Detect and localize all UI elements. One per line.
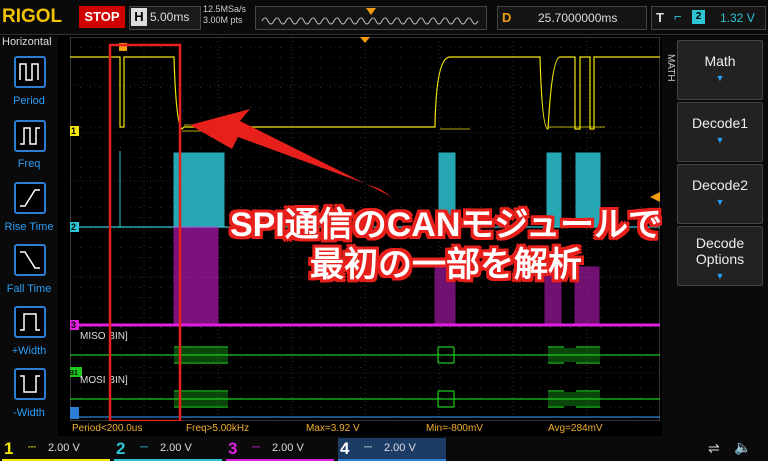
decode2-button[interactable]: Decode2 ▼ <box>677 164 763 224</box>
rise-time-label: Rise Time <box>4 221 54 233</box>
annotation-text: SPI通信のCANモジュールで 最初の一部を解析 <box>186 205 706 285</box>
measure-min: Min=-800mV <box>426 423 483 434</box>
rise-time-button[interactable] <box>14 182 46 214</box>
math-button-label: Math <box>704 53 736 69</box>
math-button[interactable]: Math ▼ <box>677 40 763 100</box>
trigger-source: 2 <box>692 10 705 24</box>
channel-4-button[interactable]: 4 ⎓ 2.00 V <box>338 438 446 461</box>
trigger-position-marker <box>366 8 376 15</box>
bus-2-marker <box>70 407 79 419</box>
frequency-icon <box>20 127 40 145</box>
dc-coupling-icon: ⎓ <box>140 442 148 453</box>
memory-position-bar[interactable] <box>255 6 487 30</box>
delay-label: D <box>502 10 512 25</box>
channel-1-marker-label: 1 <box>71 126 76 136</box>
fall-time-icon <box>20 251 40 269</box>
menu-title: Horizontal <box>2 36 52 48</box>
annotation-line-1: SPI通信のCANモジュールで <box>229 206 663 244</box>
channel-1-button[interactable]: 1 ⎓ 2.00 V <box>2 438 110 461</box>
positive-width-label: +Width <box>11 345 47 357</box>
period-icon <box>19 63 39 81</box>
math-menu: MATH Math ▼ Decode1 ▼ Decode2 ▼ Decode O… <box>662 36 768 436</box>
positive-width-button[interactable] <box>14 306 46 338</box>
freq-label: Freq <box>17 158 41 170</box>
math-tab[interactable]: MATH <box>662 54 676 114</box>
trigger-label: T <box>656 10 664 25</box>
usb-icon: ⇌ <box>708 440 720 456</box>
period-button[interactable] <box>14 56 46 88</box>
negative-width-label: -Width <box>13 407 45 419</box>
dc-coupling-icon: ⎓ <box>252 442 260 453</box>
negative-width-button[interactable] <box>14 368 46 400</box>
status-bar: RIGOL STOP H 5.00ms 12.5MSa/s 3.00M pts … <box>0 0 768 35</box>
annotation-line-2: 最初の一部を解析 <box>310 246 582 284</box>
speaker-mute-icon[interactable]: 🔈 <box>734 439 751 456</box>
channel-4-number: 4 <box>340 439 350 458</box>
delay-value: 25.7000000ms <box>538 11 618 25</box>
positive-width-icon <box>20 313 40 331</box>
timebase-label: H <box>131 8 147 26</box>
dc-coupling-icon: ⎓ <box>364 442 372 453</box>
channel-2-scale: 2.00 V <box>160 442 192 454</box>
channel-3-button[interactable]: 3 ⎓ 2.00 V <box>226 438 334 461</box>
decode-options-button[interactable]: Decode Options ▼ <box>677 226 763 286</box>
decode1-button-label: Decode1 <box>691 115 749 131</box>
channel-2-number: 2 <box>116 439 126 458</box>
channel-3-marker-label: 3 <box>71 320 76 330</box>
measure-max: Max=3.92 V <box>306 423 360 434</box>
freq-button[interactable] <box>14 120 46 152</box>
timebase-readout[interactable]: H 5.00ms <box>129 6 201 30</box>
chevron-down-icon: ▼ <box>715 135 725 145</box>
acquisition-info: 12.5MSa/s 3.00M pts <box>203 4 246 26</box>
mosi-bus-label: MOSI BIN] <box>80 375 128 386</box>
fall-time-label: Fall Time <box>6 283 52 295</box>
channel-3-scale: 2.00 V <box>272 442 304 454</box>
measure-menu: Horizontal Period Freq Rise Time Fall Ti… <box>0 36 58 436</box>
decode1-button[interactable]: Decode1 ▼ <box>677 102 763 162</box>
bus-1-marker-label: B1 <box>70 370 78 377</box>
chevron-down-icon: ▼ <box>715 271 725 281</box>
measure-period: Period<200.0us <box>72 423 143 434</box>
channel-bar: 1 ⎓ 2.00 V 2 ⎓ 2.00 V 3 ⎓ 2.00 V 4 ⎓ 2.0… <box>0 436 768 461</box>
trigger-readout[interactable]: T ⌐ 2 1.32 V <box>651 6 766 30</box>
decode-options-button-label: Decode Options <box>695 235 745 267</box>
rise-time-icon <box>20 189 40 207</box>
channel-4-scale: 2.00 V <box>384 442 416 454</box>
delay-readout[interactable]: D 25.7000000ms <box>497 6 647 30</box>
decode2-button-label: Decode2 <box>691 177 749 193</box>
chevron-down-icon: ▼ <box>715 197 725 207</box>
channel-3-number: 3 <box>228 439 238 458</box>
run-stop-button[interactable]: STOP <box>79 6 125 28</box>
memory-overview-wave <box>261 8 479 25</box>
sample-rate: 12.5MSa/s <box>203 4 247 14</box>
fall-time-button[interactable] <box>14 244 46 276</box>
chevron-down-icon: ▼ <box>715 73 725 83</box>
trigger-slope-icon: ⌐ <box>674 9 682 24</box>
trigger-level: 1.32 V <box>720 11 755 25</box>
negative-width-icon <box>20 375 40 393</box>
period-label: Period <box>13 95 45 107</box>
measure-avg: Avg=284mV <box>548 423 603 434</box>
timebase-value: 5.00ms <box>150 10 190 24</box>
memory-depth: 3.00M pts <box>203 15 243 25</box>
channel-2-button[interactable]: 2 ⎓ 2.00 V <box>114 438 222 461</box>
brand-logo: RIGOL <box>2 6 63 27</box>
channel-1-number: 1 <box>4 439 14 458</box>
dc-coupling-icon: ⎓ <box>28 442 36 453</box>
miso-bus-label: MISO BIN] <box>80 331 128 342</box>
channel-1-scale: 2.00 V <box>48 442 80 454</box>
channel-2-marker-label: 2 <box>71 222 76 232</box>
measure-frequency: Freq>5.00kHz <box>186 423 250 434</box>
